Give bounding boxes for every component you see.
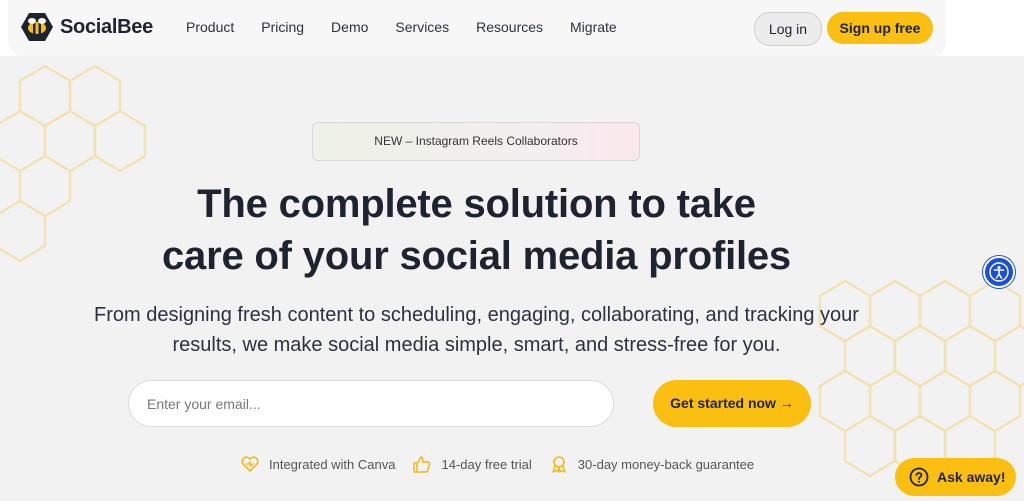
accessibility-icon [989,262,1009,282]
canva-heart-icon [241,456,259,472]
brand-name: SocialBee [60,15,153,38]
accessibility-button[interactable] [983,256,1015,288]
nav-item-resources[interactable]: Resources [476,19,543,35]
signup-button[interactable]: Sign up free [827,12,933,44]
nav-item-demo[interactable]: Demo [331,19,368,35]
nav-item-services[interactable]: Services [395,19,449,35]
subtitle-line-2: results, we make social media simple, sm… [172,334,781,356]
email-input[interactable] [128,380,614,427]
hero-subtitle: From designing fresh content to scheduli… [0,300,953,360]
login-button[interactable]: Log in [754,12,822,46]
headline-line-1: The complete solution to take [197,182,756,226]
page-title: The complete solution to take care of yo… [0,178,953,282]
feature-list: Integrated with Canva 14-day free trial … [241,455,772,473]
question-circle-icon [909,467,929,487]
get-started-button[interactable]: Get started now → [653,380,811,427]
feature-label: 30-day money-back guarantee [577,456,755,472]
feature-canva: Integrated with Canva [241,456,395,472]
nav-item-migrate[interactable]: Migrate [570,19,617,35]
bee-logo-icon [20,12,54,42]
nav-item-product[interactable]: Product [186,19,234,35]
main-nav: Product Pricing Demo Services Resources … [186,19,644,35]
feature-trial: 14-day free trial [413,455,532,473]
award-ribbon-icon [552,456,566,473]
feature-label: 14-day free trial [441,456,532,472]
announcement-badge[interactable]: NEW – Instagram Reels Collaborators [312,122,640,161]
headline-line-2: care of your social media profiles [162,234,791,278]
thumbs-up-icon [413,455,431,473]
nav-item-pricing[interactable]: Pricing [261,19,304,35]
feature-guarantee: 30-day money-back guarantee [550,455,754,473]
feature-label: Integrated with Canva [269,456,396,472]
chat-button[interactable]: Ask away! [895,458,1016,496]
logo[interactable]: SocialBee [20,12,153,42]
chat-label: Ask away! [937,469,1006,485]
subtitle-line-1: From designing fresh content to scheduli… [94,304,859,326]
